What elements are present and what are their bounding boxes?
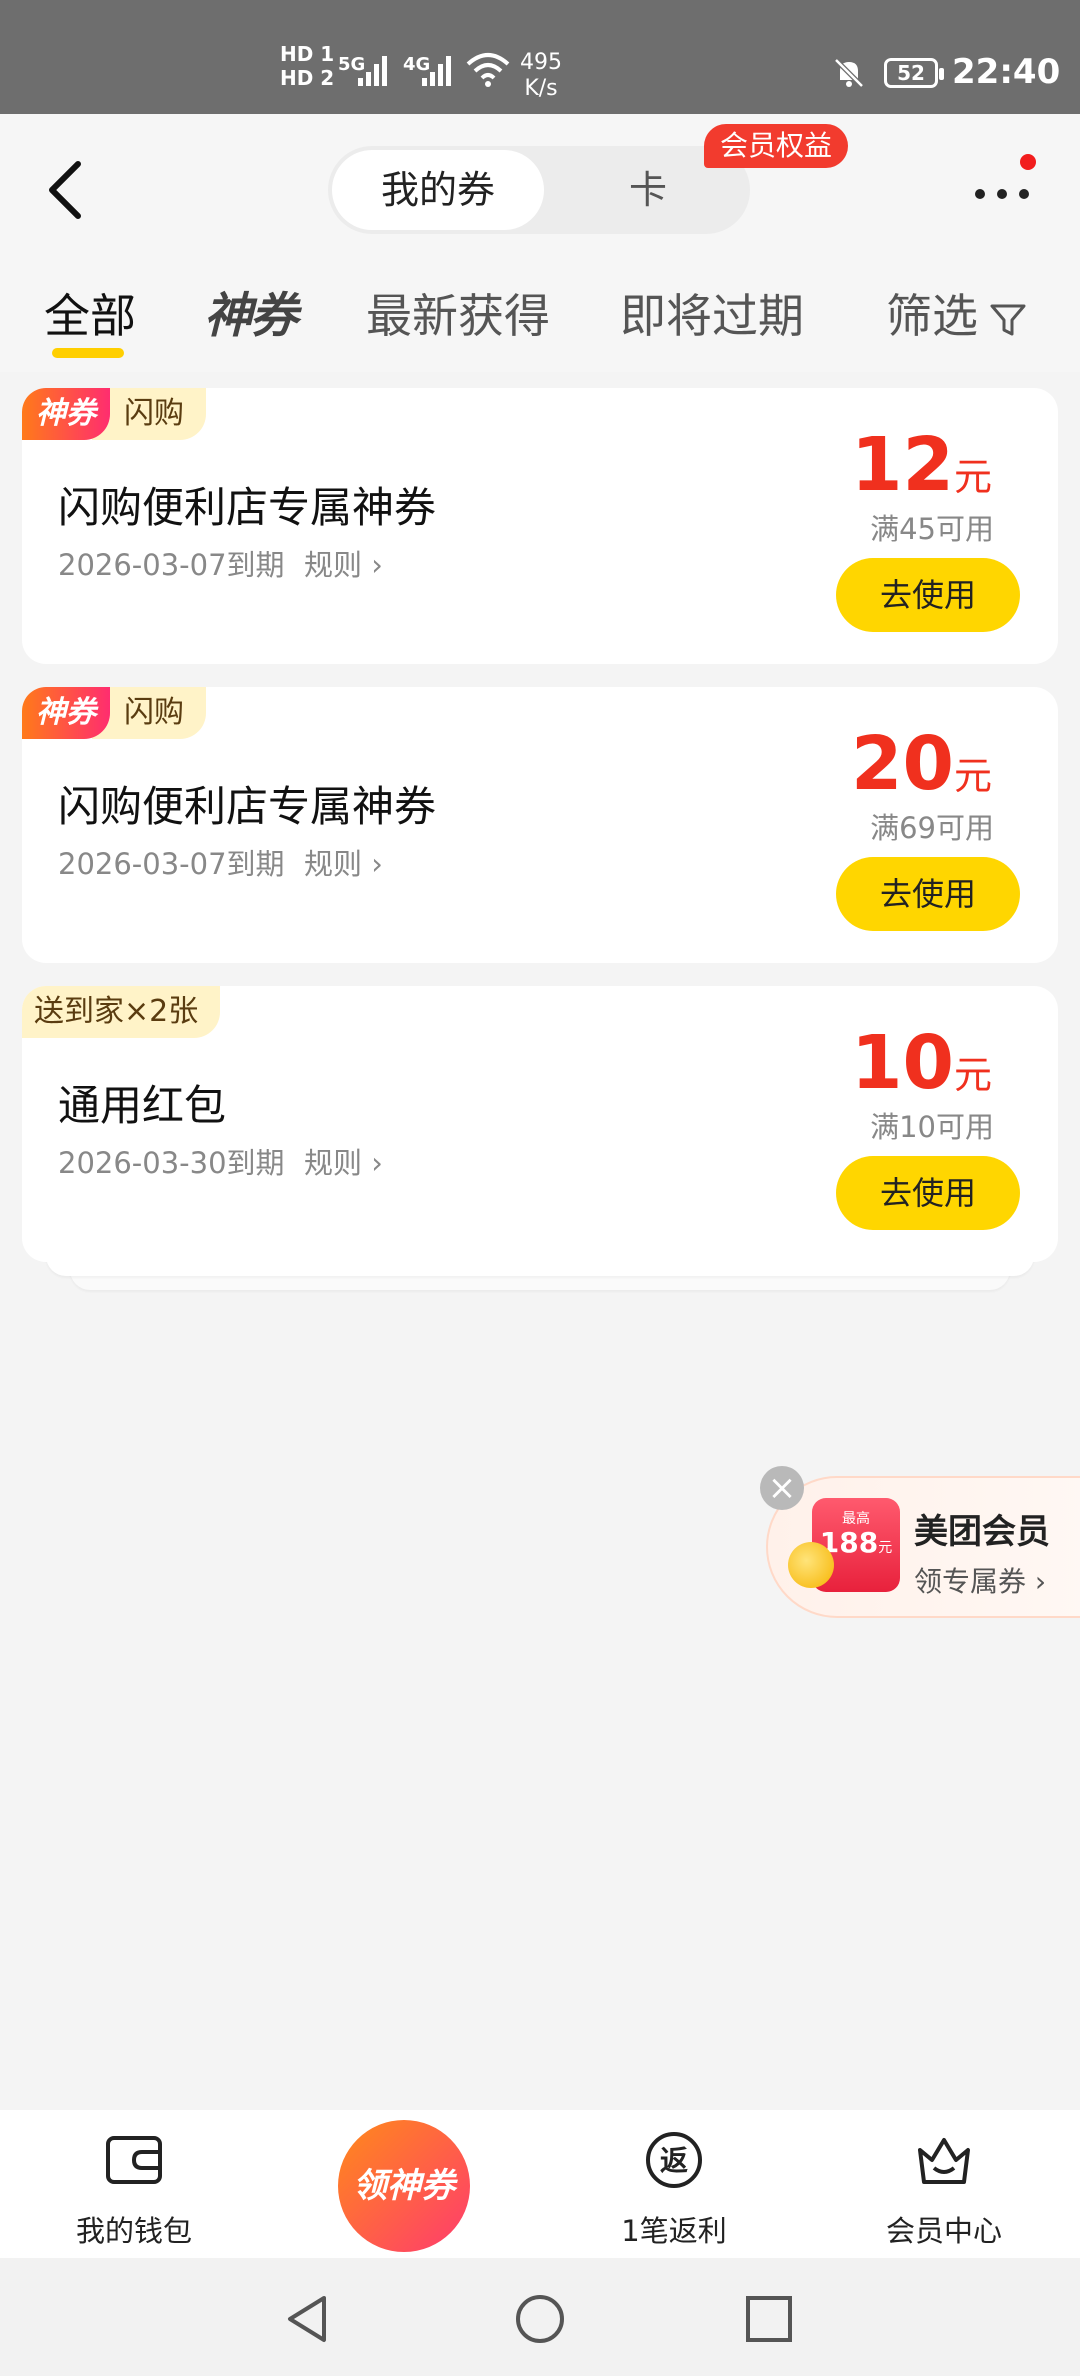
coupon-tags: 送到家×2张 [22, 986, 221, 1038]
nav-wallet-label: 我的钱包 [75, 2214, 192, 2248]
coin-icon [788, 1542, 834, 1588]
nav-member-label: 会员中心 [885, 2214, 1002, 2248]
tab-all[interactable]: 全部 [44, 280, 136, 346]
app-header: 我的券 卡 会员权益 [0, 114, 1080, 254]
coupon-title: 通用红包 [58, 1081, 227, 1130]
coupon-card[interactable]: 神券 闪购 闪购便利店专属神券 2026-03-07到期 规则 › 20元 满6… [22, 687, 1058, 963]
sim-indicator: HD 1 HD 2 [280, 42, 334, 90]
net-speed: 495 K/s [520, 50, 562, 102]
coupon-expiry: 2026-03-07到期 [58, 548, 285, 582]
back-triangle-icon[interactable] [280, 2292, 334, 2346]
bottom-nav: 我的钱包 领神券 返 1笔返利 会员中心 [0, 2110, 1080, 2258]
amount-unit: 元 [953, 455, 992, 499]
coupon-rule-link[interactable]: 规则 › [304, 841, 383, 883]
recents-square-icon[interactable] [742, 2292, 796, 2346]
segment-control: 我的券 卡 [328, 146, 750, 234]
use-coupon-button[interactable]: 去使用 [836, 857, 1020, 931]
coupon-title: 闪购便利店专属神券 [58, 483, 437, 532]
rule-label: 规则 [304, 1146, 363, 1180]
segment-my-coupons[interactable]: 我的券 [332, 150, 544, 230]
amount-unit: 元 [953, 754, 992, 798]
tab-newest[interactable]: 最新获得 [366, 280, 550, 346]
get-coupon-button[interactable]: 领神券 [338, 2120, 470, 2252]
vip-promo-widget[interactable]: 最高 188元 美团会员 领专属券 › [766, 1476, 1080, 1618]
clock: 22:40 [952, 52, 1061, 92]
coupon-amount: 12元 [851, 422, 992, 508]
wallet-icon [106, 2136, 162, 2184]
coupon-expiry: 2026-03-30到期 [58, 1146, 285, 1180]
rebate-icon: 返 [646, 2132, 702, 2188]
coupon-condition: 满45可用 [870, 512, 994, 546]
coupon-tags: 神券 闪购 [22, 388, 206, 440]
coupon-amount: 10元 [851, 1020, 992, 1106]
active-tab-indicator [52, 348, 124, 358]
vip-title: 美团会员 [914, 1512, 1050, 1552]
home-circle-icon[interactable] [513, 2292, 567, 2346]
nav-rebate[interactable]: 返 1笔返利 [574, 2110, 774, 2258]
vip-subtitle-label: 领专属券 [914, 1565, 1027, 1598]
filter-icon [990, 304, 1026, 335]
vip-subtitle: 领专属券 › [914, 1560, 1046, 1600]
amount-value: 12 [851, 422, 954, 508]
notification-dot [1020, 154, 1036, 170]
status-bar: HD 1 HD 2 5G 4G 495 K/s 52 22:40 [0, 0, 1080, 114]
more-icon[interactable] [972, 174, 1032, 214]
amount-unit: 元 [953, 1053, 992, 1097]
coupon-rule-link[interactable]: 规则 › [304, 1140, 383, 1182]
coupon-condition: 满10可用 [870, 1110, 994, 1144]
back-icon[interactable] [40, 154, 96, 226]
chevron-right-icon: › [1034, 1565, 1047, 1598]
shenquan-tag: 神券 [22, 687, 110, 739]
close-icon[interactable]: × [760, 1466, 804, 1510]
vip-benefits-badge[interactable]: 会员权益 [704, 124, 849, 168]
coupon-amount: 20元 [851, 721, 992, 807]
battery-indicator: 52 [884, 58, 944, 88]
amount-value: 10 [851, 1020, 954, 1106]
use-coupon-button[interactable]: 去使用 [836, 1156, 1020, 1230]
tab-shenquan[interactable]: 神券 [204, 276, 298, 346]
coupon-condition: 满69可用 [870, 811, 994, 845]
crown-icon [918, 2138, 970, 2184]
vip-card-unit: 元 [878, 1540, 893, 1556]
system-nav-bar [0, 2258, 1080, 2376]
mute-bell-icon [834, 58, 864, 88]
rebate-icon-label: 返 [660, 2144, 688, 2177]
coupon-expiry: 2026-03-07到期 [58, 847, 285, 881]
signal-icon [358, 56, 387, 86]
rule-label: 规则 [304, 548, 363, 582]
coupon-rule-link[interactable]: 规则 › [304, 542, 383, 584]
coupon-card[interactable]: 送到家×2张 通用红包 2026-03-30到期 规则 › 10元 满10可用 … [22, 986, 1058, 1262]
nav-rebate-label: 1笔返利 [621, 2214, 727, 2248]
chevron-right-icon: › [371, 1146, 383, 1180]
coupon-tags: 神券 闪购 [22, 687, 206, 739]
wifi-icon [466, 53, 510, 87]
tab-filter-label: 筛选 [886, 289, 978, 343]
chevron-right-icon: › [371, 548, 383, 582]
amount-value: 20 [851, 721, 954, 807]
sim1-label: HD 1 [280, 42, 335, 66]
chevron-right-icon: › [371, 847, 383, 881]
use-coupon-button[interactable]: 去使用 [836, 558, 1020, 632]
delivery-tag: 送到家×2张 [22, 986, 221, 1038]
tab-filter[interactable]: 筛选 [886, 280, 1028, 346]
nav-wallet[interactable]: 我的钱包 [34, 2110, 234, 2258]
nav-member-center[interactable]: 会员中心 [844, 2110, 1044, 2258]
coupon-card[interactable]: 神券 闪购 闪购便利店专属神券 2026-03-07到期 规则 › 12元 满4… [22, 388, 1058, 664]
coupon-title: 闪购便利店专属神券 [58, 782, 437, 831]
rule-label: 规则 [304, 847, 363, 881]
tab-expiring[interactable]: 即将过期 [620, 280, 804, 346]
vip-card-label: 最高 [842, 1511, 870, 1527]
net-speed-value: 495 [520, 50, 562, 75]
signal-icon [422, 56, 451, 86]
shenquan-tag: 神券 [22, 388, 110, 440]
net-speed-unit: K/s [524, 76, 558, 101]
filter-tabs: 全部 神券 最新获得 即将过期 筛选 [0, 254, 1080, 372]
sim2-label: HD 2 [280, 66, 335, 90]
